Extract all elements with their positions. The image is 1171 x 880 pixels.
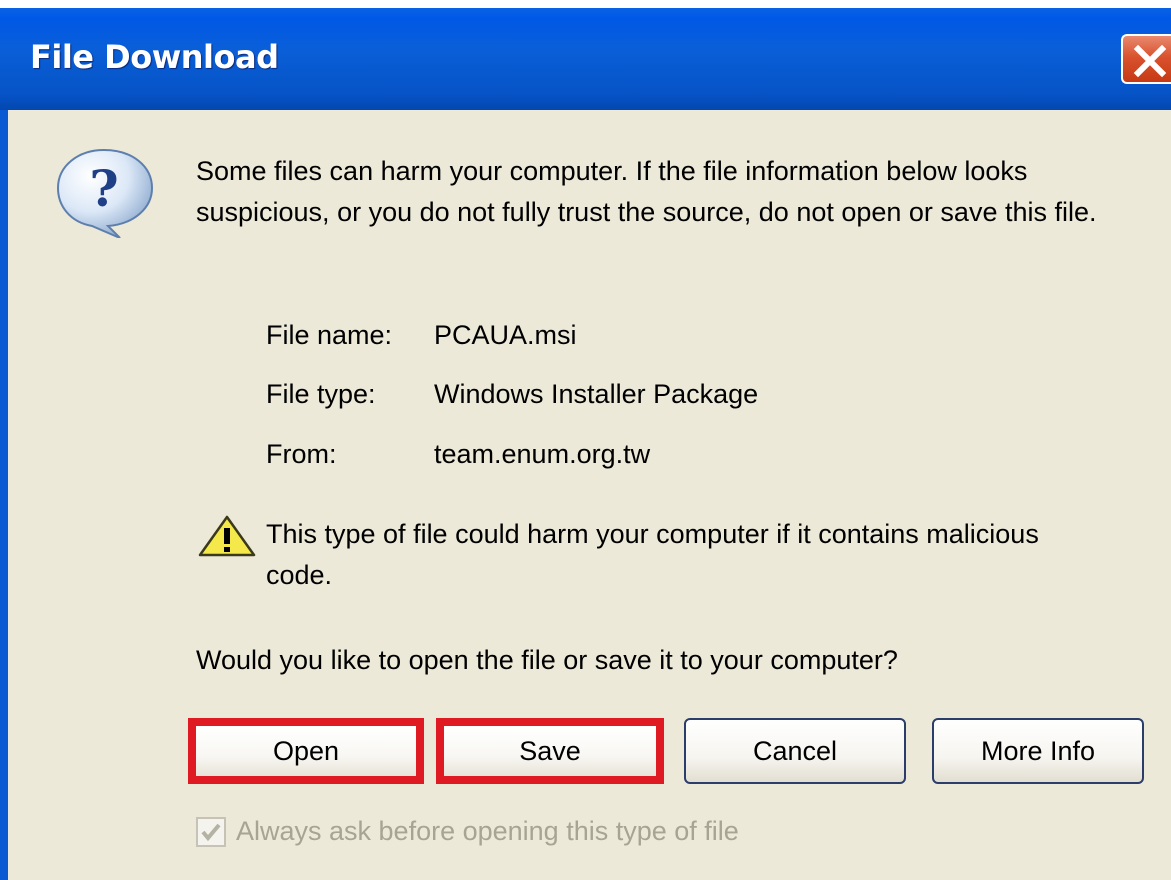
file-type-label: File type:	[266, 379, 376, 409]
always-ask-checkbox-row[interactable]: Always ask before opening this type of f…	[196, 816, 739, 847]
question-icon: ?	[56, 148, 154, 238]
download-question: Would you like to open the file or save …	[196, 645, 898, 675]
security-message: Some files can harm your computer. If th…	[196, 156, 1097, 227]
close-button[interactable]	[1121, 34, 1171, 84]
warning-message: This type of file could harm your comput…	[266, 519, 1039, 590]
close-icon	[1133, 44, 1167, 78]
title-bar: File Download	[0, 8, 1171, 110]
file-name-value: PCAUA.msi	[434, 320, 577, 350]
file-download-dialog: File Download ? Some files can harm your…	[0, 8, 1171, 880]
save-button[interactable]: Save	[436, 718, 664, 784]
more-info-button[interactable]: More Info	[932, 718, 1144, 784]
svg-text:?: ?	[89, 159, 118, 218]
file-type-value: Windows Installer Package	[434, 379, 759, 409]
checkmark-icon	[201, 823, 221, 841]
file-type-row: File type: Windows Installer Package	[266, 379, 758, 410]
cancel-button[interactable]: Cancel	[684, 718, 906, 784]
file-source-row: From: team.enum.org.tw	[266, 439, 650, 470]
always-ask-label: Always ask before opening this type of f…	[236, 816, 739, 846]
always-ask-checkbox[interactable]	[196, 816, 226, 847]
file-name-label: File name:	[266, 320, 393, 350]
file-source-value: team.enum.org.tw	[434, 439, 651, 469]
dialog-title: File Download	[30, 38, 279, 76]
file-source-label: From:	[266, 439, 337, 469]
warning-icon	[198, 515, 256, 557]
file-name-row: File name: PCAUA.msi	[266, 320, 577, 351]
open-button[interactable]: Open	[188, 718, 424, 784]
